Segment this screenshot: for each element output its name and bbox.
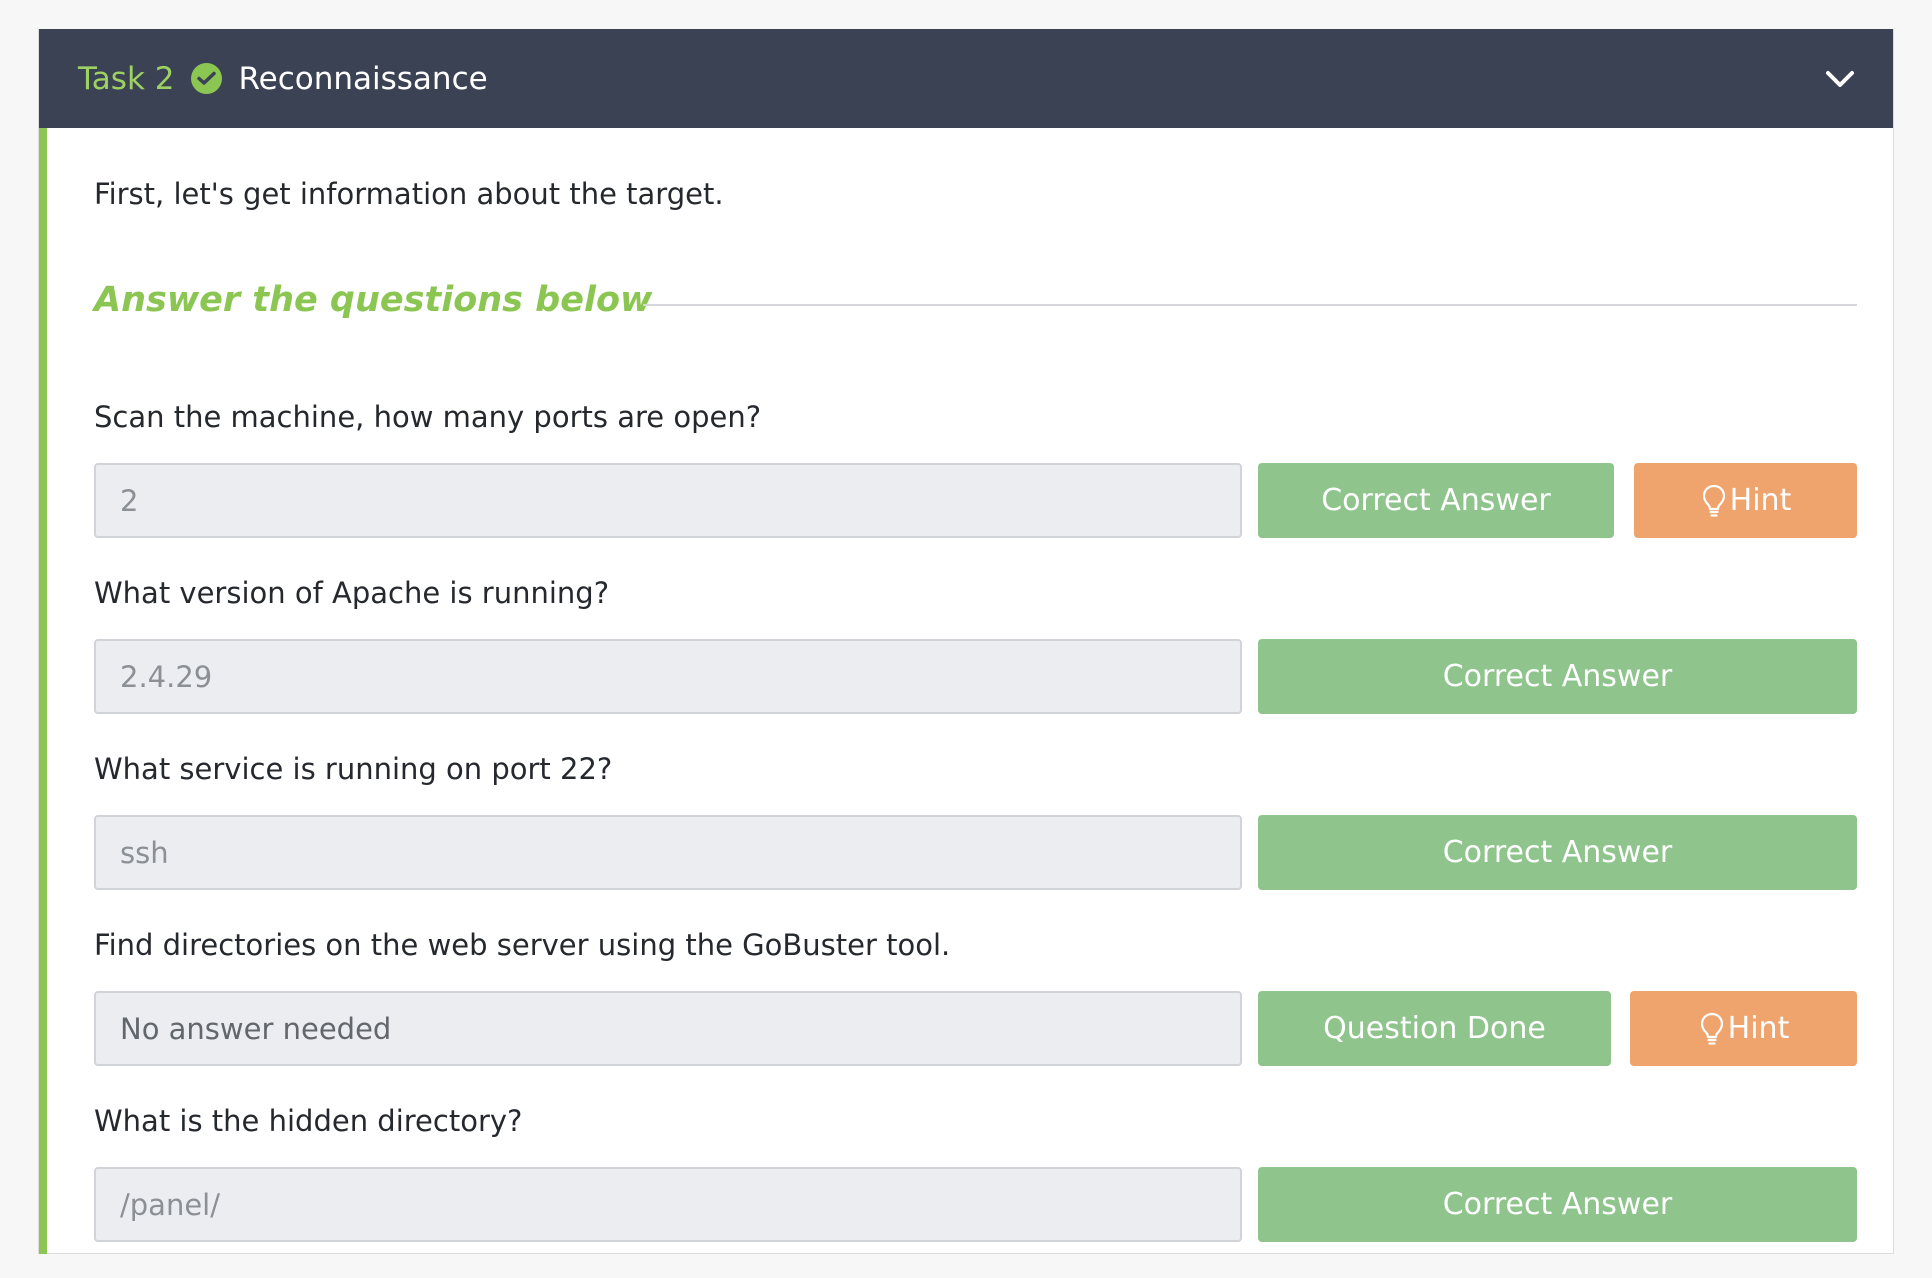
section-title: Answer the questions below [94,280,653,320]
answer-field[interactable] [94,991,1242,1066]
answer-field[interactable] [94,463,1242,538]
question-label: What service is running on port 22? [94,752,613,786]
correct-answer-button[interactable]: Correct Answer [1258,463,1614,538]
lightbulb-icon [1700,1012,1723,1045]
question-label: Scan the machine, how many ports are ope… [94,400,762,434]
task-title: Reconnaissance [238,60,488,97]
answer-field[interactable] [94,815,1242,890]
task-body: First, let's get information about the t… [39,128,1893,1254]
hint-button-label: Hint [1727,1011,1790,1046]
check-circle-icon [191,63,223,94]
task-intro: First, let's get information about the t… [94,177,724,211]
question-label: What is the hidden directory? [94,1104,523,1138]
correct-answer-button[interactable]: Correct Answer [1258,1167,1857,1242]
answer-field[interactable] [94,1167,1242,1242]
chevron-down-icon[interactable] [1823,62,1857,96]
question-label: What version of Apache is running? [94,576,610,610]
hint-button[interactable]: Hint [1630,991,1857,1066]
question-label: Find directories on the web server using… [94,928,951,962]
task-header[interactable]: Task 2 Reconnaissance [39,29,1893,128]
correct-answer-button[interactable]: Correct Answer [1258,639,1857,714]
question-done-button[interactable]: Question Done [1258,991,1611,1066]
correct-answer-button[interactable]: Correct Answer [1258,815,1857,890]
section-divider [643,304,1857,306]
lightbulb-icon [1702,484,1725,517]
answer-field[interactable] [94,639,1242,714]
task-card: Task 2 Reconnaissance First, let's get i… [38,29,1894,1254]
hint-button[interactable]: Hint [1634,463,1857,538]
task-number: Task 2 [78,60,175,97]
hint-button-label: Hint [1729,483,1792,518]
